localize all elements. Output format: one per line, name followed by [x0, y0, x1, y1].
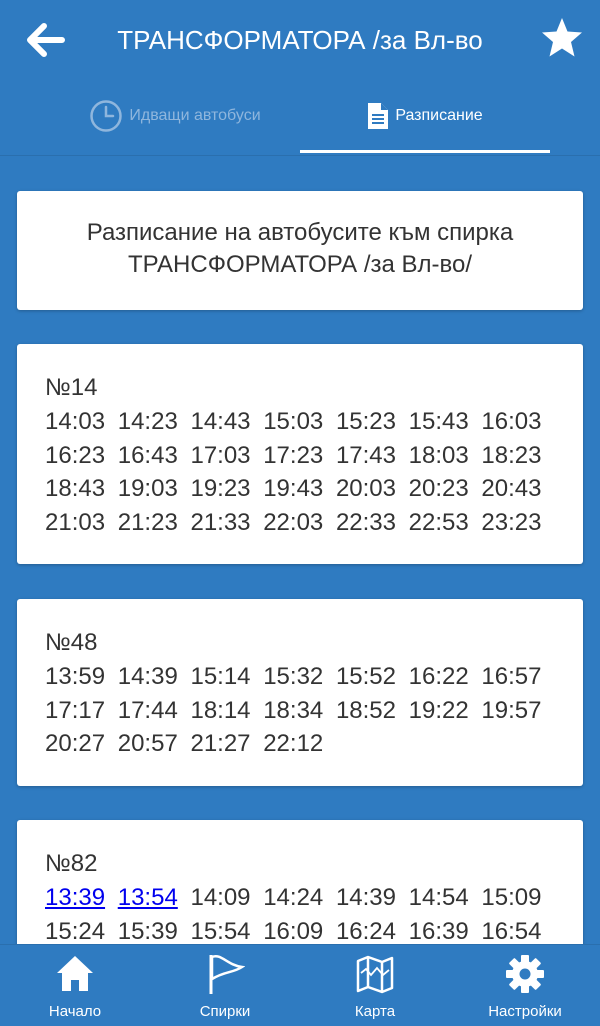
departure-time: 22:12: [263, 730, 324, 757]
schedule-intro-card: Разписание на автобусите към спирка ТРАН…: [17, 191, 583, 310]
departure-time: 19:43: [263, 475, 324, 502]
departure-time: 15:39: [117, 917, 178, 945]
nav-stops-label: Спирки: [199, 1003, 251, 1020]
nav-map[interactable]: Карта: [300, 945, 450, 1026]
schedule-list[interactable]: Разписание на автобусите към спирка ТРАН…: [0, 156, 600, 944]
departure-time: 21:27: [190, 730, 251, 757]
departure-time: 16:54: [481, 917, 542, 945]
departure-time: 18:34: [263, 696, 324, 724]
favorite-button[interactable]: [540, 16, 584, 60]
route-card-14: №14 14:03 14:23 14:43 15:03 15:23 15:43 …: [17, 344, 583, 564]
departure-time: 19:03: [117, 475, 178, 502]
departure-time: 14:09: [190, 884, 251, 911]
departure-time: 17:23: [263, 441, 324, 469]
nav-map-label: Карта: [354, 1003, 396, 1020]
departure-time: 16:03: [481, 408, 542, 435]
nav-stops[interactable]: Спирки: [150, 945, 300, 1026]
departure-time: 20:57: [117, 730, 178, 757]
departure-time: 14:43: [190, 408, 251, 435]
departure-time: 14:39: [117, 663, 178, 690]
departure-time: 17:17: [45, 696, 106, 724]
departure-time: 15:43: [408, 408, 469, 435]
tab-incoming-buses-label: Идващи автобуси: [129, 107, 261, 124]
departure-time: 16:24: [335, 917, 396, 945]
tab-schedule-label: Разписание: [395, 107, 483, 124]
departure-time: 18:14: [190, 696, 251, 724]
active-tab-indicator: [300, 150, 550, 153]
departure-time: 16:23: [45, 441, 106, 469]
route-number: №14: [45, 374, 98, 401]
departure-time: 15:24: [45, 917, 106, 945]
tab-bar: Идващи автобуси Разписание: [0, 80, 600, 156]
departure-time: 18:52: [335, 696, 396, 724]
departure-time: 20:03: [335, 475, 396, 502]
departure-time: 20:27: [45, 730, 106, 757]
route-times: 13:59 14:39 15:14 15:32 15:52 16:22 16:5…: [45, 660, 565, 761]
map-icon: [356, 955, 394, 994]
departure-time: 15:14: [190, 663, 251, 690]
departure-time: 19:57: [481, 696, 542, 724]
departure-time: 16:39: [408, 917, 469, 945]
departure-time: 17:44: [117, 696, 178, 724]
route-card-48: №48 13:59 14:39 15:14 15:32 15:52 16:22 …: [17, 599, 583, 786]
departure-time: 13:59: [45, 663, 106, 690]
star-icon: [542, 18, 582, 57]
route-times: 14:03 14:23 14:43 15:03 15:23 15:43 16:0…: [45, 405, 565, 539]
clock-icon: [90, 100, 123, 132]
app-header: ТРАНСФОРМАТОРА /за Вл-во: [0, 0, 600, 80]
departure-time: 17:03: [190, 441, 251, 469]
departure-time: 15:09: [481, 884, 542, 911]
departure-time: 21:33: [190, 508, 251, 536]
home-icon: [57, 956, 93, 991]
bottom-navigation: Начало Спирки Карта Настройки: [0, 944, 600, 1026]
departure-time: 15:54: [190, 917, 251, 945]
departure-time: 18:03: [408, 441, 469, 469]
route-number: №48: [45, 629, 98, 656]
departure-time: 15:23: [335, 408, 396, 435]
departure-time: 22:03: [263, 508, 324, 536]
document-icon: [368, 103, 389, 129]
nav-settings-label: Настройки: [488, 1003, 562, 1020]
departure-time: 20:23: [408, 475, 469, 502]
route-card-82: №82 13:39 13:54 14:09 14:24 14:39 14:54 …: [17, 820, 583, 944]
departure-time: 23:23: [481, 508, 542, 536]
departure-time: 14:03: [45, 408, 106, 435]
departure-time: 18:23: [481, 441, 542, 469]
route-number: №82: [45, 850, 98, 877]
departure-time: 21:23: [117, 508, 178, 536]
nav-home[interactable]: Начало: [0, 945, 150, 1026]
departure-time: 15:52: [335, 663, 396, 690]
departure-time: 14:39: [335, 884, 396, 911]
departure-time: 19:23: [190, 475, 251, 502]
departure-time: 21:03: [45, 508, 106, 536]
departure-time: 14:23: [117, 408, 178, 435]
departure-time: 14:24: [263, 884, 324, 911]
departure-time-link[interactable]: 13:54: [118, 884, 178, 911]
route-times: 13:39 13:54 14:09 14:24 14:39 14:54 15:0…: [45, 881, 565, 944]
departure-time: 16:09: [263, 917, 324, 945]
departure-time: 16:22: [408, 663, 469, 690]
schedule-intro-text: Разписание на автобусите към спирка ТРАН…: [86, 219, 514, 278]
flag-icon: [209, 954, 245, 994]
departure-time: 15:32: [263, 663, 324, 690]
departure-time: 17:43: [335, 441, 396, 469]
arrow-left-icon: [27, 23, 65, 57]
back-button[interactable]: [24, 20, 68, 60]
departure-time: 14:54: [408, 884, 469, 911]
tab-incoming-buses[interactable]: Идващи автобуси: [50, 80, 300, 152]
gear-icon: [506, 955, 544, 993]
departure-time: 19:22: [408, 696, 469, 724]
departure-time: 18:43: [45, 475, 106, 502]
nav-home-label: Начало: [48, 1003, 102, 1020]
nav-settings[interactable]: Настройки: [450, 945, 600, 1026]
departure-time: 22:53: [408, 508, 469, 536]
departure-time-link[interactable]: 13:39: [45, 884, 105, 911]
tab-schedule[interactable]: Разписание: [300, 80, 550, 152]
departure-time: 15:03: [263, 408, 324, 435]
departure-time: 16:43: [117, 441, 178, 469]
departure-time: 16:57: [481, 663, 542, 690]
departure-time: 20:43: [481, 475, 542, 502]
departure-time: 22:33: [335, 508, 396, 536]
page-title: ТРАНСФОРМАТОРА /за Вл-во: [117, 25, 483, 55]
